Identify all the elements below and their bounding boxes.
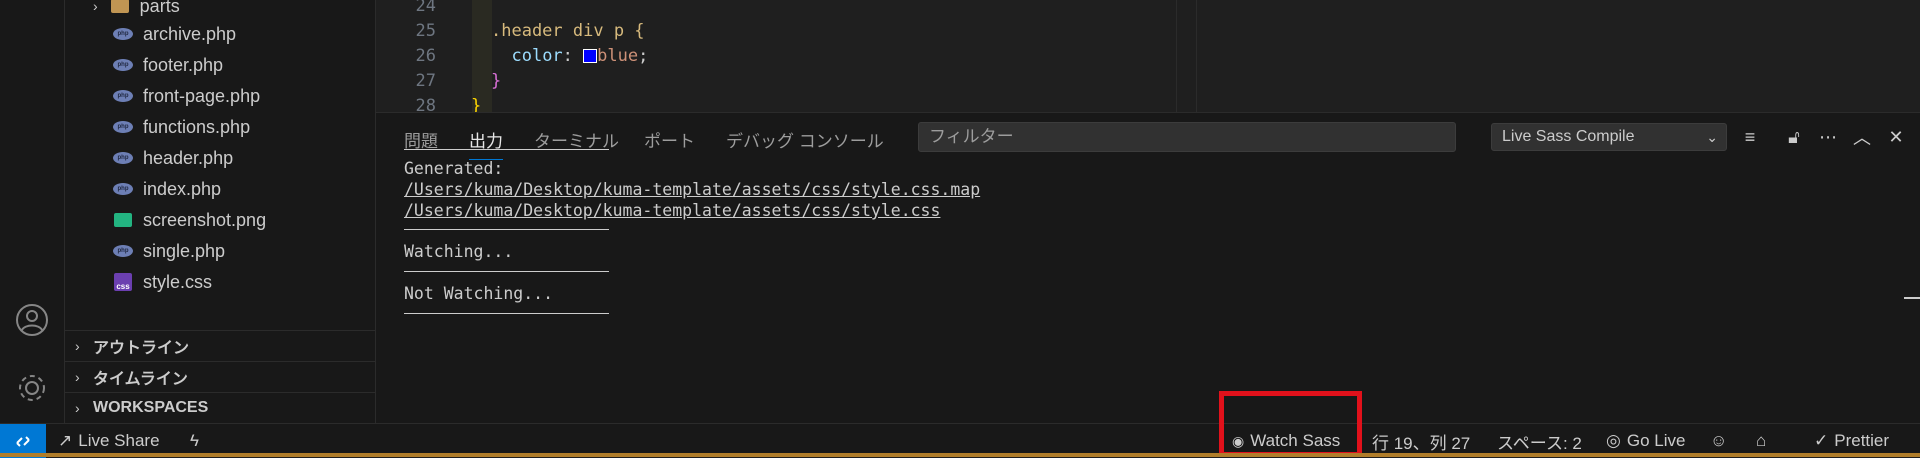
workspaces-section[interactable]: › WORKSPACES [65,392,375,423]
checkmark-icon: ✓ [1814,431,1829,450]
file-item[interactable]: screenshot.png [113,206,266,234]
more-actions-icon[interactable]: ⋯ [1816,125,1840,149]
php-file-icon: php [113,88,133,104]
file-item[interactable]: php archive.php [113,20,236,48]
go-live-label: Go Live [1626,431,1686,450]
chevron-right-icon: › [75,400,80,416]
separator [404,149,609,150]
status-bar: ↗ Live Share ϟ ◉ Watch Sass 行 19、列 27 スペ… [0,423,1920,458]
php-file-icon: php [113,57,133,73]
php-file-icon: php [113,26,133,42]
code-line: } [471,96,482,112]
highlight-box [1219,391,1362,457]
chevron-right-icon: › [75,338,80,354]
tab-debug-console[interactable]: デバッグ コンソール [726,127,884,152]
code-line-color: color: blue; [511,46,649,66]
file-label: footer.php [143,54,224,75]
file-item[interactable]: css style.css [113,268,212,296]
file-item[interactable]: php header.php [113,144,233,172]
separator [404,271,609,272]
file-item[interactable]: php footer.php [113,51,223,79]
filter-input[interactable]: フィルター [918,122,1456,152]
prettier-label: Prettier [1834,431,1890,450]
line-number: 24 [415,0,436,16]
output-path-link[interactable]: /Users/kuma/Desktop/kuma-template/assets… [404,201,940,220]
editor-ruler [1196,0,1197,112]
line-number: 28 [415,96,436,112]
file-label: index.php [143,178,222,199]
live-share-label: Live Share [78,431,160,450]
separator [404,313,609,314]
php-file-icon: php [113,243,133,259]
channel-label: Live Sass Compile [1502,128,1635,145]
php-file-icon: php [113,181,133,197]
separator [404,229,609,230]
output-generated-label: Generated: [404,159,504,178]
chevron-right-icon: › [75,369,80,385]
file-item[interactable]: php single.php [113,237,225,265]
file-label: single.php [143,240,226,261]
chevron-down-icon: ⌄ [1706,129,1718,145]
section-label: WORKSPACES [93,399,209,416]
maximize-panel-icon[interactable]: ︿ [1850,125,1874,149]
line-number: 26 [415,46,436,66]
file-label: front-page.php [143,85,261,106]
explorer-sidebar: › parts php archive.php php footer.php php… [65,0,376,423]
line-number: 27 [415,71,436,91]
image-file-icon [113,212,133,228]
file-label: style.css [143,271,213,292]
file-label: functions.php [143,116,251,137]
php-file-icon: php [113,119,133,135]
lock-icon[interactable]: 🔓︎ [1782,125,1806,149]
live-share-icon: ↗ [58,431,73,450]
folder-label: parts [139,0,180,16]
file-label: screenshot.png [143,209,267,230]
output-watching: Watching... [404,242,514,261]
accounts-icon[interactable] [12,300,52,340]
editor-ruler [1176,0,1177,112]
folder-parts[interactable]: › parts [93,0,180,20]
tab-ports[interactable]: ポート [644,127,695,152]
section-label: タイムライン [93,371,188,388]
file-item[interactable]: php front-page.php [113,82,260,110]
output-panel: 問題 出力 ターミナル ポート デバッグ コンソール フィルター Live Sa… [376,112,1920,424]
css-file-icon: css [113,273,133,291]
activity-bar [0,0,65,423]
chevron-right-icon: › [93,0,98,14]
line-number: 25 [415,21,436,41]
file-item[interactable]: php index.php [113,175,221,203]
code-line: .header div p { [491,21,645,41]
broadcast-icon: ◎ [1606,431,1621,450]
file-label: archive.php [143,23,237,44]
scrollbar-thumb[interactable] [1904,297,1920,299]
output-not-watching: Not Watching... [404,284,554,303]
clear-output-icon[interactable]: ≡ [1738,125,1762,149]
folder-icon [110,0,130,14]
file-label: header.php [143,147,234,168]
php-file-icon: php [113,150,133,166]
code-line: } [491,71,502,91]
file-item[interactable]: php functions.php [113,113,250,141]
color-swatch-icon[interactable] [583,49,598,63]
close-panel-icon[interactable]: ✕ [1884,125,1908,149]
outline-section[interactable]: › アウトライン [65,330,375,361]
window-border [0,453,1920,457]
output-path-link[interactable]: /Users/kuma/Desktop/kuma-template/assets… [404,180,980,199]
code-editor[interactable]: 24 25 26 27 28 .header div p { color: bl… [376,0,1920,112]
output-channel-select[interactable]: Live Sass Compile ⌄ [1491,123,1727,151]
settings-gear-icon[interactable] [12,368,52,408]
section-label: アウトライン [93,340,190,357]
timeline-section[interactable]: › タイムライン [65,361,375,392]
